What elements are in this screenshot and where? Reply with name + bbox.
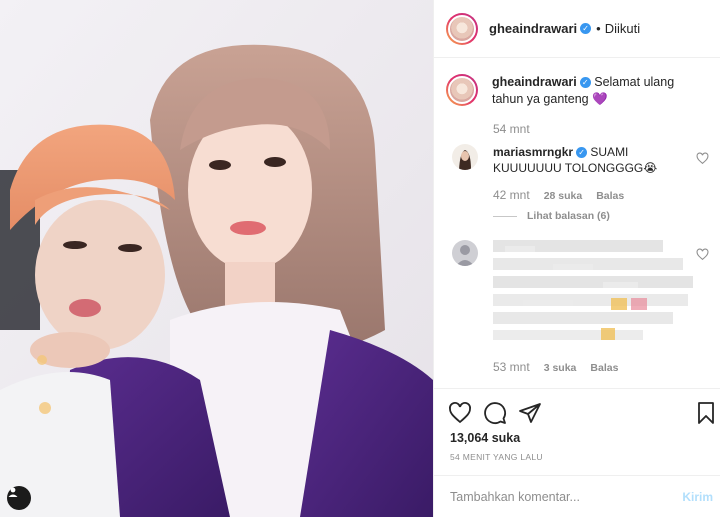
author-username[interactable]: gheaindrawari	[489, 21, 577, 36]
reply-button[interactable]: Balas	[596, 190, 624, 202]
comment-meta: 42 mnt 28 suka Balas	[493, 188, 624, 202]
post-comment-button[interactable]: Kirim	[682, 490, 713, 504]
comment-likes[interactable]: 3 suka	[544, 362, 577, 374]
caption: gheaindrawari ✓ Selamat ulang tahun ya ga…	[446, 74, 716, 108]
user-tag-icon[interactable]	[7, 486, 31, 510]
commenter-username[interactable]: mariasmrngkr	[493, 145, 573, 159]
comment-likes[interactable]: 28 suka	[544, 190, 583, 202]
post-timestamp: 54 MENIT YANG LALU	[450, 452, 543, 462]
post-photo-image	[0, 0, 433, 517]
caption-avatar[interactable]	[446, 74, 478, 106]
verified-badge-icon: ✓	[580, 23, 592, 34]
share-icon[interactable]	[518, 401, 542, 425]
add-comment-bar: Kirim	[434, 475, 720, 517]
comment-icon[interactable]	[483, 401, 507, 425]
heart-icon[interactable]	[696, 248, 709, 261]
comment-input[interactable]	[450, 489, 683, 504]
blurred-comment-text	[493, 240, 693, 340]
caption-emoji: 💜	[592, 92, 608, 106]
comment-emoji: 😭	[643, 161, 658, 175]
comment-time: 53 mnt	[493, 360, 530, 374]
post-photo[interactable]	[0, 0, 433, 517]
reply-button[interactable]: Balas	[590, 362, 618, 374]
author-avatar[interactable]	[446, 12, 478, 45]
separator-dot: •	[596, 21, 601, 36]
like-heart-icon[interactable]	[448, 401, 472, 425]
post-header: gheaindrawari ✓ • Diikuti	[434, 0, 720, 58]
view-replies-button[interactable]: Lihat balasan (6)	[493, 210, 610, 222]
action-bar: 13,064 suka	[434, 388, 720, 458]
comment-time: 42 mnt	[493, 188, 530, 202]
follow-status-button[interactable]: Diikuti	[605, 21, 640, 36]
commenter-avatar[interactable]	[452, 144, 478, 170]
verified-badge-icon: ✓	[576, 147, 588, 159]
caption-time: 54 mnt	[493, 122, 530, 136]
heart-icon[interactable]	[696, 152, 709, 165]
comments-list[interactable]: gheaindrawari ✓ Selamat ulang tahun ya ga…	[434, 58, 720, 388]
comment-meta: 53 mnt 3 suka Balas	[493, 360, 618, 374]
caption-username[interactable]: gheaindrawari	[492, 75, 577, 89]
commenter-avatar[interactable]	[452, 240, 478, 266]
likes-count[interactable]: 13,064 suka	[450, 431, 520, 445]
post-sidebar: gheaindrawari ✓ • Diikuti gheaindrawari ✓…	[433, 0, 720, 517]
view-replies-label: Lihat balasan (6)	[527, 210, 610, 222]
bookmark-icon[interactable]	[694, 401, 718, 425]
verified-badge-icon: ✓	[579, 77, 591, 89]
